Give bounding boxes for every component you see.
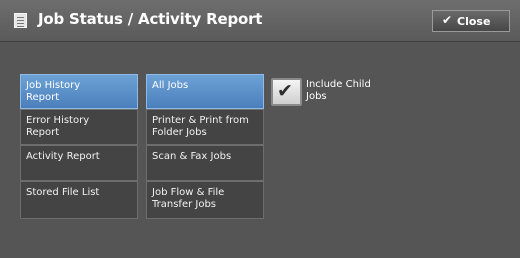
- job-filter-job-flow-transfer[interactable]: Job Flow & File Transfer Jobs: [146, 181, 264, 219]
- job-filter-label: Transfer Jobs: [152, 199, 217, 210]
- title-bar: Job Status / Activity Report ✔ Close: [0, 0, 520, 42]
- close-button[interactable]: ✔ Close: [432, 10, 510, 32]
- job-filter-label: Printer & Print from: [152, 115, 249, 126]
- include-child-jobs-checkbox[interactable]: ✔: [271, 78, 302, 106]
- report-type-activity-report[interactable]: Activity Report: [20, 145, 138, 181]
- job-status-screen: Job Status / Activity Report ✔ Close Job…: [0, 0, 520, 258]
- job-filter-scan-fax[interactable]: Scan & Fax Jobs: [146, 145, 264, 181]
- job-filter-label: All Jobs: [152, 80, 189, 91]
- check-icon: ✔: [442, 13, 453, 27]
- report-type-label: Job History: [26, 80, 81, 91]
- include-child-jobs-label: Include Child Jobs: [306, 79, 371, 103]
- close-button-label: Close: [457, 15, 491, 28]
- report-type-label: Report: [26, 92, 60, 103]
- checkbox-label-line: Include Child: [306, 79, 371, 90]
- job-filter-label: Folder Jobs: [152, 127, 207, 138]
- page-title: Job Status / Activity Report: [38, 10, 263, 28]
- report-type-label: Activity Report: [26, 151, 100, 162]
- report-type-error-history[interactable]: Error History Report: [20, 109, 138, 145]
- report-type-label: Stored File List: [26, 187, 100, 198]
- job-filter-printer-folder[interactable]: Printer & Print from Folder Jobs: [146, 109, 264, 145]
- job-filter-label: Scan & Fax Jobs: [152, 151, 232, 162]
- report-type-label: Report: [26, 127, 60, 138]
- report-icon: [14, 13, 27, 28]
- checkbox-label-line: Jobs: [306, 91, 327, 102]
- job-filter-all-jobs[interactable]: All Jobs: [146, 74, 264, 109]
- report-type-job-history[interactable]: Job History Report: [20, 74, 138, 109]
- report-type-label: Error History: [26, 115, 90, 126]
- checkmark-icon: ✔: [277, 80, 293, 102]
- job-filter-label: Job Flow & File: [152, 187, 225, 198]
- report-type-stored-file-list[interactable]: Stored File List: [20, 181, 138, 219]
